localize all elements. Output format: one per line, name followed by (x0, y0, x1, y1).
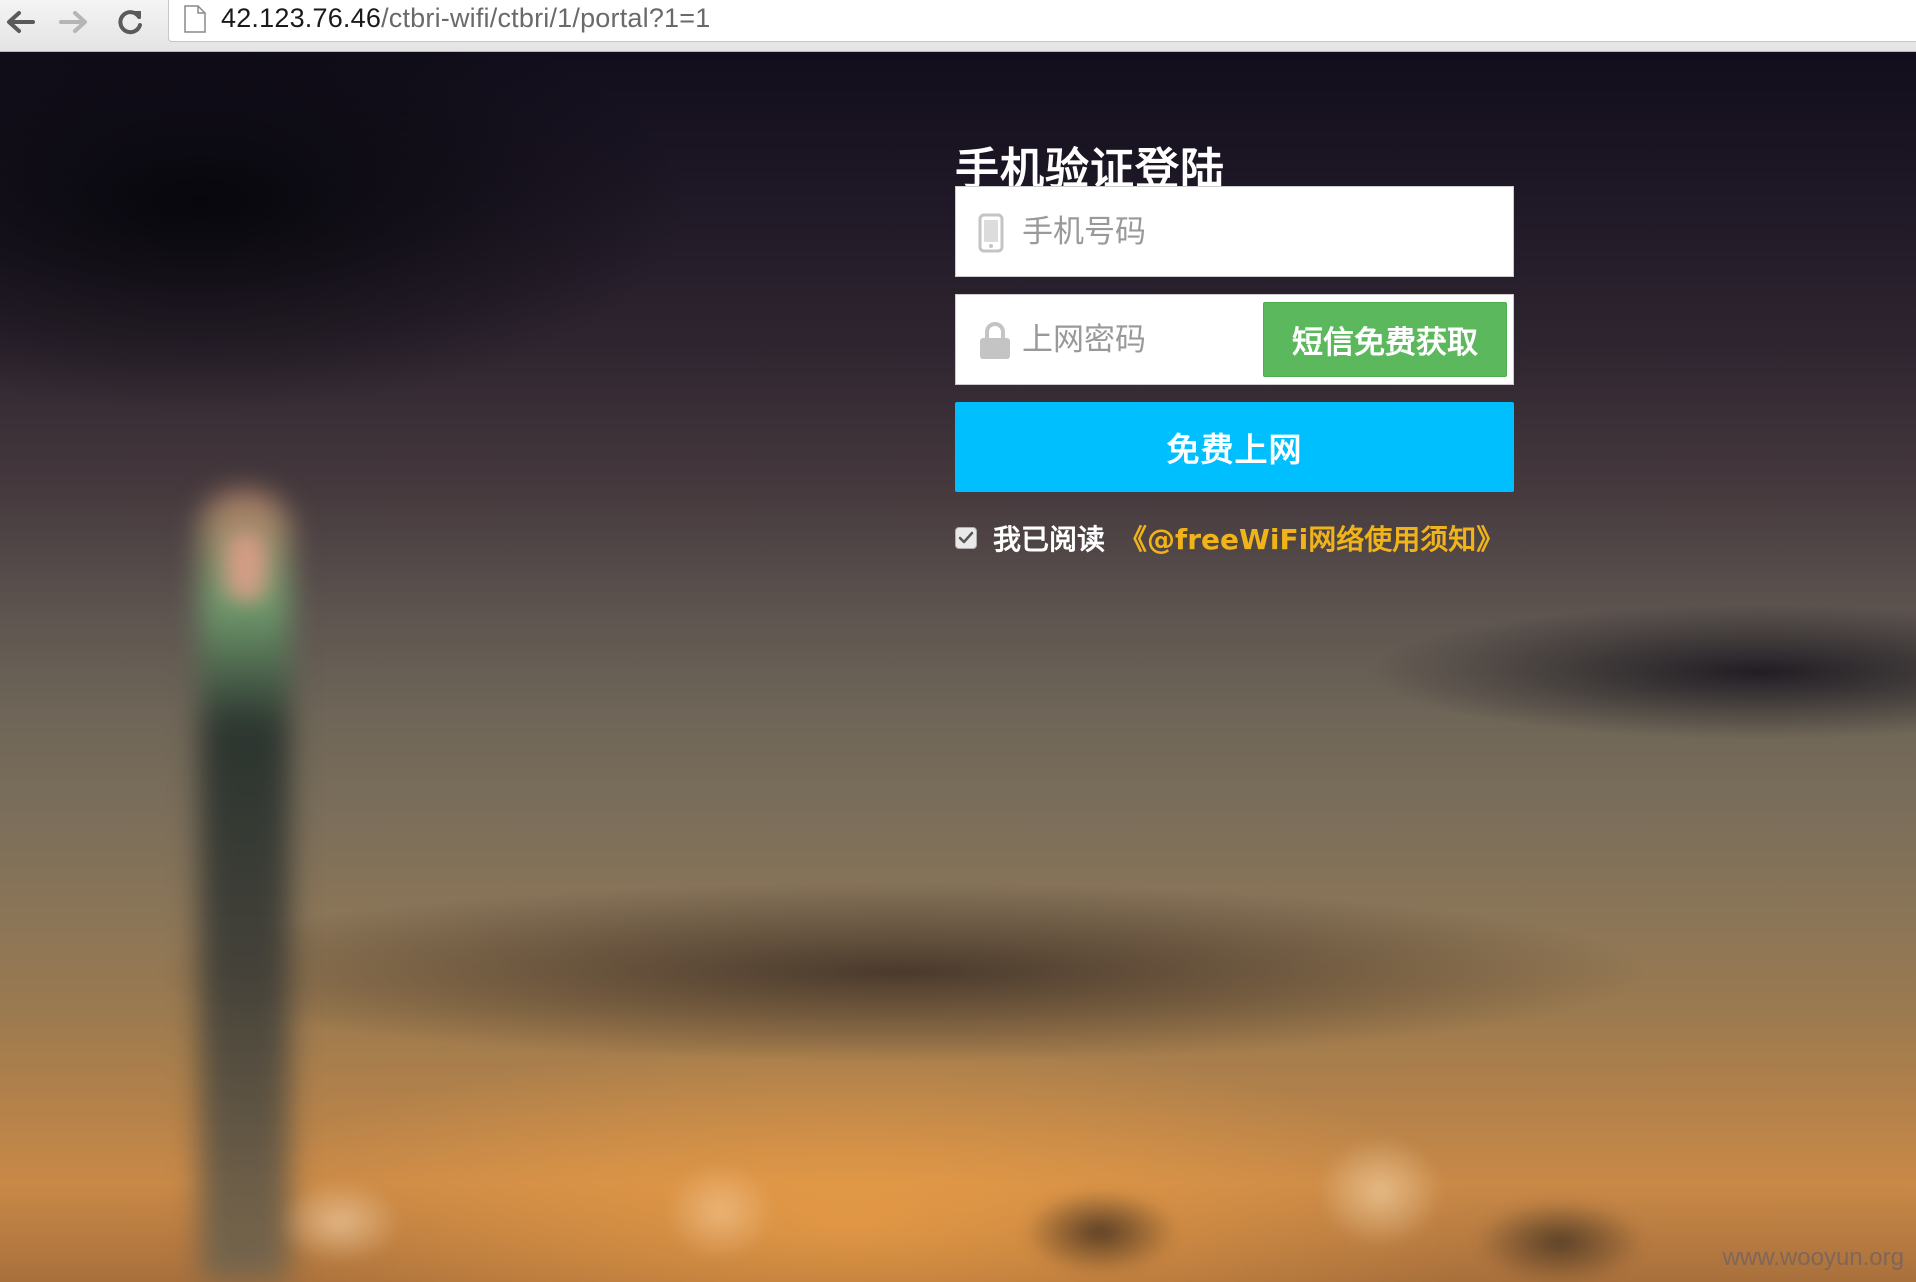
terms-link[interactable]: 《@freeWiFi网络使用须知》 (1119, 518, 1504, 558)
url-text: 42.123.76.46/ctbri-wifi/ctbri/1/portal?1… (221, 3, 710, 34)
free-internet-button[interactable]: 免费上网 (955, 402, 1514, 492)
url-path: /ctbri-wifi/ctbri/1/portal?1=1 (381, 3, 711, 33)
reload-icon[interactable] (110, 4, 150, 40)
background-city-lights (0, 1132, 1916, 1282)
sms-code-button[interactable]: 短信免费获取 (1263, 302, 1507, 377)
password-field[interactable]: 短信免费获取 (955, 294, 1514, 385)
agreement-row: 我已阅读 《@freeWiFi网络使用须知》 (955, 518, 1504, 558)
password-input[interactable] (1022, 295, 1252, 384)
phone-field[interactable] (955, 186, 1514, 277)
watermark: www.wooyun.org (1722, 1244, 1904, 1271)
background-tower-light (226, 532, 266, 602)
checkmark-icon (958, 531, 974, 544)
forward-arrow-icon[interactable] (54, 4, 94, 40)
page-icon (183, 4, 207, 38)
agreement-checkbox[interactable] (955, 527, 977, 549)
portal-page: 手机验证登陆 短信免费获取 免费上网 我已阅读 《@freeW (0, 52, 1916, 1282)
lock-icon (978, 321, 1012, 365)
back-arrow-icon[interactable] (0, 4, 40, 40)
phone-input[interactable] (1022, 187, 1502, 276)
browser-toolbar: 42.123.76.46/ctbri-wifi/ctbri/1/portal?1… (0, 0, 1916, 52)
mobile-phone-icon (978, 213, 1004, 257)
address-bar[interactable]: 42.123.76.46/ctbri-wifi/ctbri/1/portal?1… (168, 0, 1916, 42)
url-host: 42.123.76.46 (221, 3, 382, 33)
agreement-label: 我已阅读 (993, 523, 1106, 556)
